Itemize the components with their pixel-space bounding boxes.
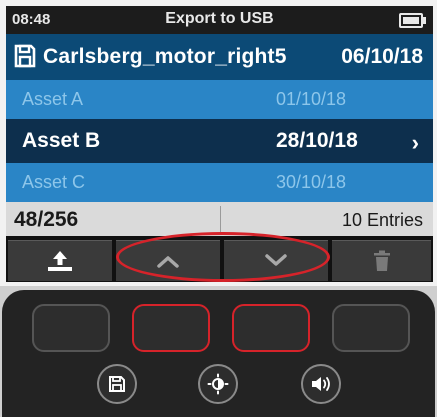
save-icon [14,44,36,68]
divider [220,206,221,232]
keypad-body [2,290,435,417]
asset-label: Asset C [22,172,86,192]
export-button[interactable] [8,240,112,281]
volume-icon [312,377,330,391]
export-icon [48,251,72,271]
asset-date: 01/10/18 [276,89,347,109]
file-header: Carlsberg_motor_right5 06/10/18 [6,34,433,80]
file-date: 06/10/18 [341,45,423,68]
battery-icon [399,13,426,28]
list-footer: 48/256 10 Entries [6,202,433,236]
entries-count: 10 Entries [341,210,423,230]
hardware-key-4[interactable] [332,304,410,352]
asset-label: Asset B [22,129,101,152]
delete-button[interactable] [332,240,431,281]
brightness-button[interactable] [198,364,238,404]
record-count: 48/256 [14,208,79,231]
save-icon [109,376,125,392]
hardware-keypad [0,286,437,417]
list-item-asset-a[interactable]: Asset A 01/10/18 [6,80,433,119]
trash-icon [373,250,390,271]
list-item-asset-c[interactable]: Asset C 30/10/18 [6,163,433,202]
asset-label: Asset A [22,89,84,109]
hardware-key-1[interactable] [32,304,110,352]
brightness-icon [207,373,229,395]
hardware-key-2[interactable] [132,304,210,352]
list-item-asset-b[interactable]: Asset B 28/10/18 › [6,119,433,163]
asset-date: 28/10/18 [276,129,358,152]
file-name: Carlsberg_motor_right5 [43,45,287,68]
volume-button[interactable] [301,364,341,404]
screen-title: Export to USB [165,10,274,27]
asset-date: 30/10/18 [276,172,347,192]
hardware-key-3[interactable] [232,304,310,352]
save-button[interactable] [97,364,137,404]
highlight-annotation [116,232,330,282]
status-bar: 08:48 Export to USB [6,6,433,34]
chevron-right-icon: › [411,130,419,155]
